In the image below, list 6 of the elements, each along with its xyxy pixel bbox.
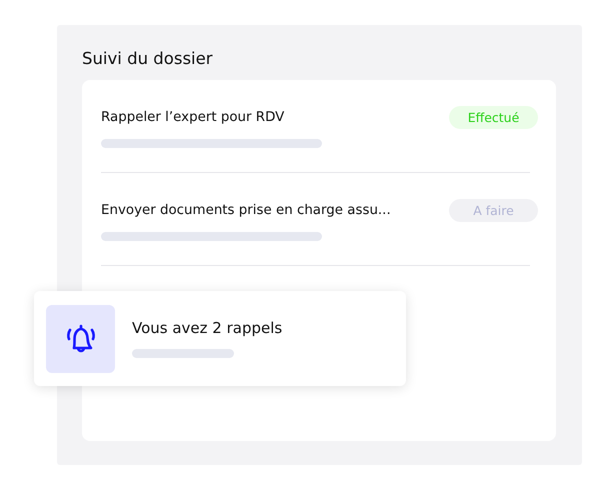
status-badge: Effectué: [449, 106, 538, 128]
notification-text: Vous avez 2 rappels: [132, 319, 282, 337]
panel-title: Suivi du dossier: [82, 49, 214, 68]
status-badge: A faire: [449, 198, 538, 222]
task-label: Rappeler l’expert pour RDV: [101, 110, 284, 124]
task-label: Envoyer documents prise en charge assu...: [101, 202, 391, 218]
